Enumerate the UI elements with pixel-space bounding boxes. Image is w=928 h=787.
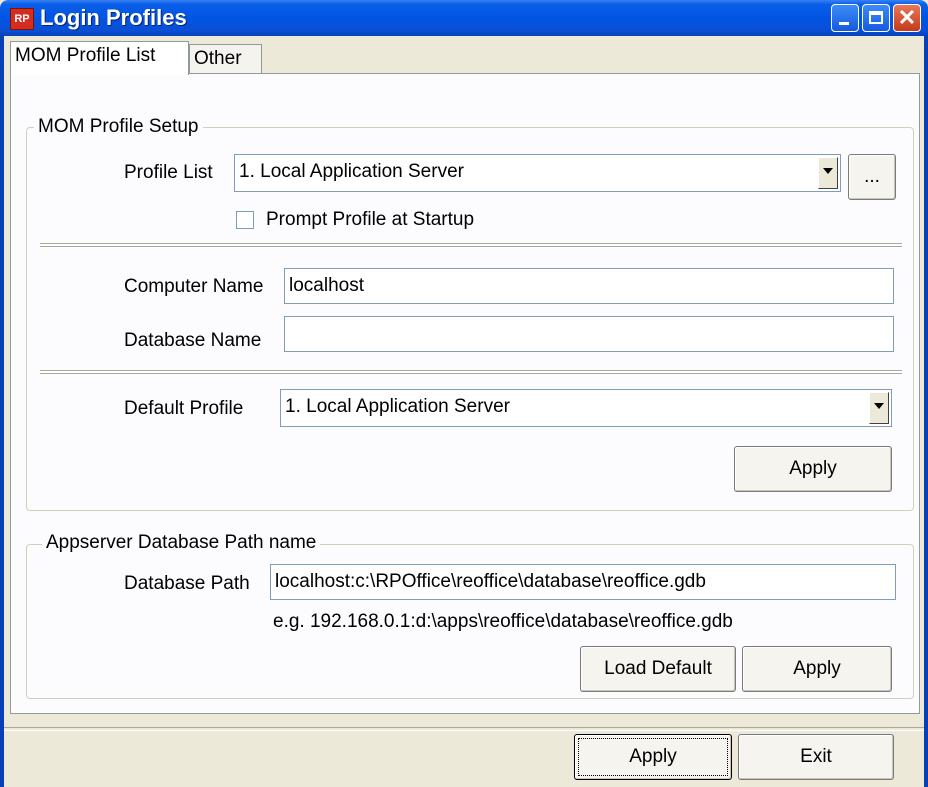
chevron-down-icon[interactable] bbox=[869, 392, 889, 424]
profile-list-select[interactable]: 1. Local Application Server bbox=[234, 154, 841, 192]
appserver-apply-button[interactable]: Apply bbox=[742, 646, 892, 692]
exit-button[interactable]: Exit bbox=[738, 734, 894, 780]
window-title: Login Profiles bbox=[40, 5, 187, 30]
database-name-field[interactable] bbox=[284, 316, 894, 352]
window-frame-right bbox=[924, 36, 928, 787]
divider bbox=[40, 370, 902, 374]
default-profile-label: Default Profile bbox=[124, 398, 244, 419]
load-default-button[interactable]: Load Default bbox=[580, 646, 736, 692]
minimize-button[interactable] bbox=[831, 4, 859, 32]
prompt-profile-label: Prompt Profile at Startup bbox=[266, 209, 475, 230]
computer-name-field[interactable]: localhost bbox=[284, 268, 894, 304]
group-legend: Appserver Database Path name bbox=[42, 532, 321, 554]
close-icon: ✕ bbox=[897, 5, 917, 30]
minimize-icon bbox=[839, 22, 849, 25]
footer-divider bbox=[4, 727, 924, 731]
computer-name-label: Computer Name bbox=[124, 276, 264, 297]
browse-profiles-button[interactable]: ... bbox=[848, 154, 896, 200]
default-profile-select[interactable]: 1. Local Application Server bbox=[280, 389, 892, 427]
profile-list-label: Profile List bbox=[124, 162, 213, 183]
profile-list-value: 1. Local Application Server bbox=[239, 161, 464, 182]
prompt-profile-checkbox[interactable] bbox=[236, 211, 254, 229]
tab-label: MOM Profile List bbox=[15, 45, 156, 66]
tab-other[interactable]: Other bbox=[189, 44, 262, 73]
maximize-button[interactable] bbox=[862, 4, 890, 32]
app-icon[interactable]: RP bbox=[10, 8, 34, 30]
divider bbox=[40, 243, 902, 247]
tab-mom-profile-list[interactable]: MOM Profile List bbox=[10, 41, 189, 75]
example-path-text: e.g. 192.168.0.1:d:\apps\reoffice\databa… bbox=[273, 611, 733, 632]
window-frame-left bbox=[0, 36, 4, 787]
computer-name-value: localhost bbox=[289, 275, 364, 296]
footer-apply-button[interactable]: Apply bbox=[574, 734, 732, 780]
tab-label: Other bbox=[194, 48, 242, 69]
profile-apply-button[interactable]: Apply bbox=[734, 446, 892, 492]
database-path-field[interactable]: localhost:c:\RPOffice\reoffice\database\… bbox=[270, 564, 896, 600]
default-profile-value: 1. Local Application Server bbox=[285, 396, 510, 417]
chevron-down-icon[interactable] bbox=[818, 157, 838, 189]
maximize-icon bbox=[869, 11, 883, 24]
database-name-label: Database Name bbox=[124, 330, 262, 351]
group-legend: MOM Profile Setup bbox=[34, 116, 203, 138]
close-button[interactable]: ✕ bbox=[893, 4, 921, 32]
database-path-label: Database Path bbox=[124, 573, 250, 594]
database-path-value: localhost:c:\RPOffice\reoffice\database\… bbox=[275, 571, 706, 592]
